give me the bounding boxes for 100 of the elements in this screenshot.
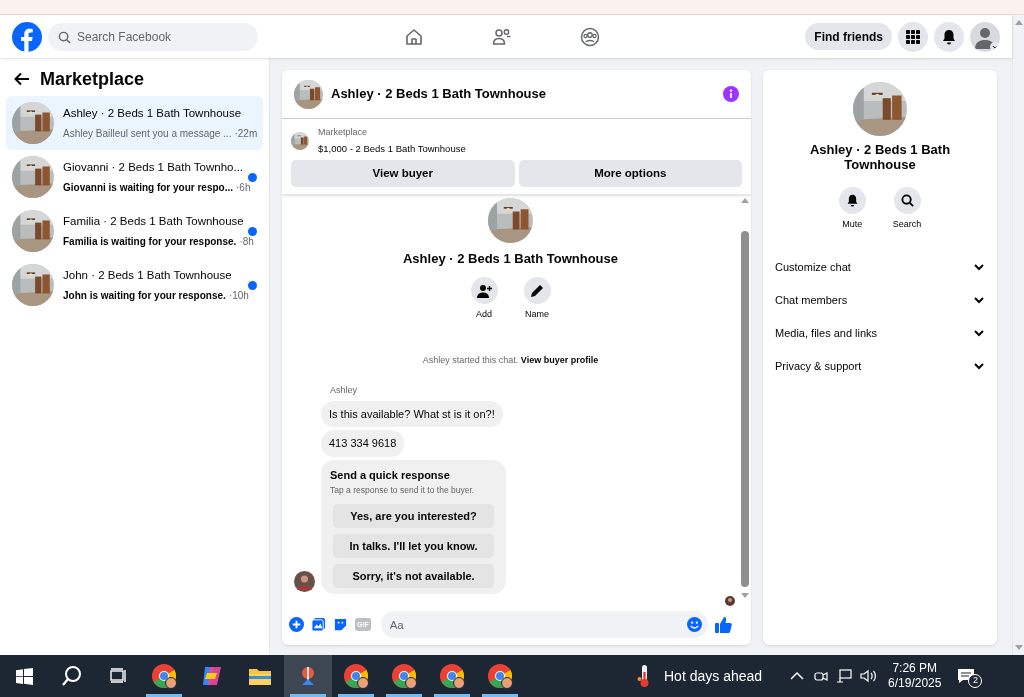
action-label: Add bbox=[476, 308, 492, 322]
notifications-button[interactable] bbox=[934, 21, 964, 52]
details-section[interactable]: Media, files and links bbox=[775, 316, 985, 350]
scroll-up-arrow-icon[interactable] bbox=[741, 197, 749, 203]
conversation-item[interactable]: John · 2 Beds 1 Bath Townhouse John is waiting for your response. ·10h bbox=[6, 258, 263, 312]
taskbar-button[interactable] bbox=[284, 655, 332, 697]
seen-avatar bbox=[725, 596, 735, 606]
home-icon[interactable] bbox=[404, 26, 424, 47]
bell-icon bbox=[845, 194, 859, 207]
chrome-icon bbox=[343, 663, 369, 689]
facebook-logo[interactable] bbox=[12, 21, 42, 52]
conversation-title: John · 2 Beds 1 Bath Townhouse bbox=[63, 268, 233, 284]
chevron-down-icon bbox=[973, 360, 985, 372]
pencil-icon bbox=[530, 283, 544, 298]
action-button[interactable]: More options bbox=[518, 159, 742, 187]
caret-icon bbox=[990, 41, 1000, 52]
sidebar-title: Marketplace bbox=[40, 67, 145, 91]
chrome-icon bbox=[151, 663, 177, 689]
details-title: Ashley · 2 Beds 1 Bath Townhouse bbox=[808, 142, 952, 172]
conversation-preview: Giovanni is waiting for your respo... bbox=[63, 180, 234, 195]
add-person-icon bbox=[476, 283, 492, 298]
search-button[interactable] bbox=[893, 187, 921, 214]
conversation-preview: Ashley Bailleul sent you a message ... bbox=[63, 126, 232, 141]
emoji-icon[interactable] bbox=[687, 617, 702, 632]
conversation-title: Ashley · 2 Beds 1 Bath Townhouse bbox=[63, 106, 243, 122]
conversation-time: ·22m bbox=[234, 126, 258, 141]
conversation-time: ·8h bbox=[239, 234, 254, 249]
message-bubble: 413 334 9618 bbox=[321, 430, 405, 457]
search-icon bbox=[58, 30, 71, 44]
details-section[interactable]: Privacy & support bbox=[775, 349, 985, 383]
clock-time[interactable]: 7:26 PM bbox=[892, 661, 938, 676]
clock-date[interactable]: 6/19/2025 bbox=[888, 676, 942, 691]
info-icon[interactable] bbox=[723, 86, 739, 102]
menu-button[interactable] bbox=[898, 21, 928, 52]
chevron-down-icon bbox=[973, 327, 985, 339]
running-indicator bbox=[482, 694, 518, 697]
notification-count: 2 bbox=[968, 674, 983, 688]
chat-title: Ashley · 2 Beds 1 Bath Townhouse bbox=[331, 85, 547, 104]
conversation-time: ·10h bbox=[228, 288, 249, 303]
thermometer-icon[interactable] bbox=[637, 664, 651, 688]
chrome-icon bbox=[391, 663, 417, 689]
action-label: Name bbox=[525, 308, 549, 322]
running-indicator bbox=[434, 694, 470, 697]
notification-center-button[interactable]: 2 bbox=[957, 665, 980, 687]
message-bubble: Is this available? What st is it on?! bbox=[321, 400, 503, 428]
chevron-up-icon[interactable] bbox=[790, 671, 805, 681]
message-input[interactable]: Aa bbox=[380, 611, 708, 638]
back-arrow-icon[interactable] bbox=[14, 72, 30, 86]
listing-title: $1,000 - 2 Beds 1 Bath Townhouse bbox=[318, 141, 466, 156]
conversation-time: ·6h bbox=[236, 180, 251, 195]
running-indicator bbox=[386, 694, 422, 697]
volume-icon[interactable] bbox=[860, 669, 879, 683]
action-button[interactable]: View buyer bbox=[291, 159, 515, 187]
plus-icon[interactable] bbox=[289, 617, 304, 632]
conversation-preview: Familia is waiting for your response. bbox=[63, 234, 237, 249]
groups-icon[interactable] bbox=[580, 26, 600, 47]
details-section[interactable]: Customize chat bbox=[775, 250, 985, 284]
sticker-icon[interactable] bbox=[333, 617, 348, 632]
add-person-button[interactable] bbox=[470, 277, 498, 305]
chrome-icon bbox=[439, 663, 465, 689]
bell-icon bbox=[941, 28, 957, 45]
action-label: Mute bbox=[842, 218, 863, 231]
conversation-preview: John is waiting for your response. bbox=[63, 288, 226, 303]
listing-label: Marketplace bbox=[318, 126, 369, 139]
quick-response-button[interactable]: Yes, are you interested? bbox=[333, 504, 494, 528]
friends-icon[interactable] bbox=[492, 26, 512, 47]
scroll-down-arrow-icon[interactable] bbox=[741, 593, 749, 598]
like-icon[interactable] bbox=[715, 616, 732, 633]
task-view-icon[interactable] bbox=[110, 668, 128, 684]
chrome-icon bbox=[487, 663, 513, 689]
photo-icon[interactable] bbox=[311, 617, 326, 632]
scrollbar-thumb[interactable] bbox=[741, 230, 749, 587]
action-label: Search bbox=[892, 218, 922, 231]
weather-text[interactable]: Hot days ahead bbox=[664, 665, 763, 687]
find-friends-button[interactable]: Find friends bbox=[805, 23, 892, 50]
chevron-down-icon bbox=[973, 294, 985, 306]
chevron-down-icon bbox=[973, 261, 985, 273]
running-indicator bbox=[290, 694, 326, 697]
quick-response-subtitle: Tap a response to send it to the buyer. bbox=[330, 484, 476, 497]
quick-response-button[interactable]: Sorry, it's not available. bbox=[333, 564, 494, 588]
running-indicator bbox=[146, 694, 182, 697]
conversation-item[interactable]: Giovanni · 2 Beds 1 Bath Townho... Giovanni is waiting for your respo... ·6h bbox=[6, 150, 263, 204]
windows-start-icon[interactable] bbox=[16, 667, 33, 685]
details-section[interactable]: Chat members bbox=[775, 283, 985, 317]
quick-response-title: Send a quick response bbox=[330, 467, 451, 483]
quick-response-button[interactable]: In talks. I'll let you know. bbox=[333, 534, 494, 558]
search-icon[interactable] bbox=[61, 665, 83, 687]
conversation-item[interactable]: Ashley · 2 Beds 1 Bath Townhouse Ashley Bailleul sent you a message ... ·22m bbox=[6, 96, 263, 150]
view-buyer-profile-link[interactable]: View buyer profile bbox=[520, 354, 599, 365]
chat-intro-title: Ashley · 2 Beds 1 Bath Townhouse bbox=[403, 249, 618, 268]
system-note: Ashley started this chat. View buyer profile bbox=[421, 353, 600, 367]
mute-button[interactable] bbox=[838, 187, 866, 214]
grid-icon bbox=[906, 29, 920, 44]
edit-name-button[interactable] bbox=[523, 277, 551, 305]
search-icon bbox=[900, 194, 914, 207]
search-field[interactable]: Search Facebook bbox=[48, 22, 258, 51]
running-indicator bbox=[338, 694, 374, 697]
conversation-item[interactable]: Familia · 2 Beds 1 Bath Townhouse Familia is waiting for your response. ·8h bbox=[6, 204, 263, 258]
sender-name: Ashley bbox=[329, 384, 357, 398]
account-button[interactable] bbox=[970, 21, 1000, 52]
